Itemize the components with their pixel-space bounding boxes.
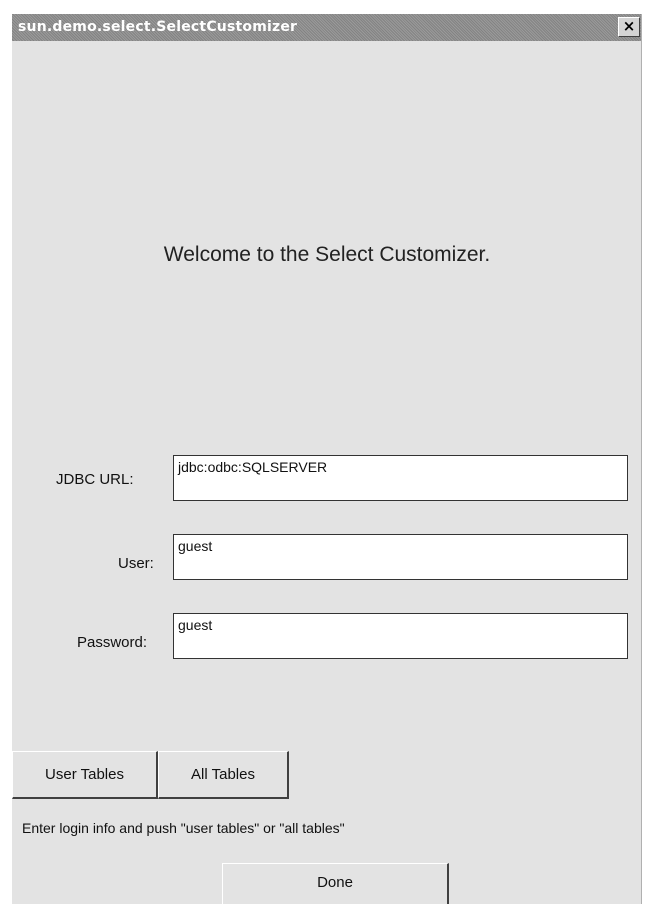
window-title: sun.demo.select.SelectCustomizer <box>18 19 298 35</box>
customizer-window: sun.demo.select.SelectCustomizer × Welco… <box>12 14 642 904</box>
done-button[interactable]: Done <box>222 863 449 904</box>
user-tables-button[interactable]: User Tables <box>12 751 158 799</box>
welcome-message: Welcome to the Select Customizer. <box>163 243 491 266</box>
password-label: Password: <box>77 634 148 651</box>
title-bar[interactable]: sun.demo.select.SelectCustomizer × <box>12 14 641 41</box>
user-field[interactable]: guest <box>173 534 628 580</box>
jdbc-url-field[interactable]: jdbc:odbc:SQLSERVER <box>173 455 628 501</box>
close-icon: × <box>622 17 636 35</box>
status-message: Enter login info and push "user tables" … <box>22 820 345 836</box>
all-tables-button[interactable]: All Tables <box>158 751 289 799</box>
close-button[interactable]: × <box>618 17 640 37</box>
password-field[interactable]: guest <box>173 613 628 659</box>
user-label: User: <box>118 555 154 572</box>
jdbc-url-label: JDBC URL: <box>56 471 134 488</box>
